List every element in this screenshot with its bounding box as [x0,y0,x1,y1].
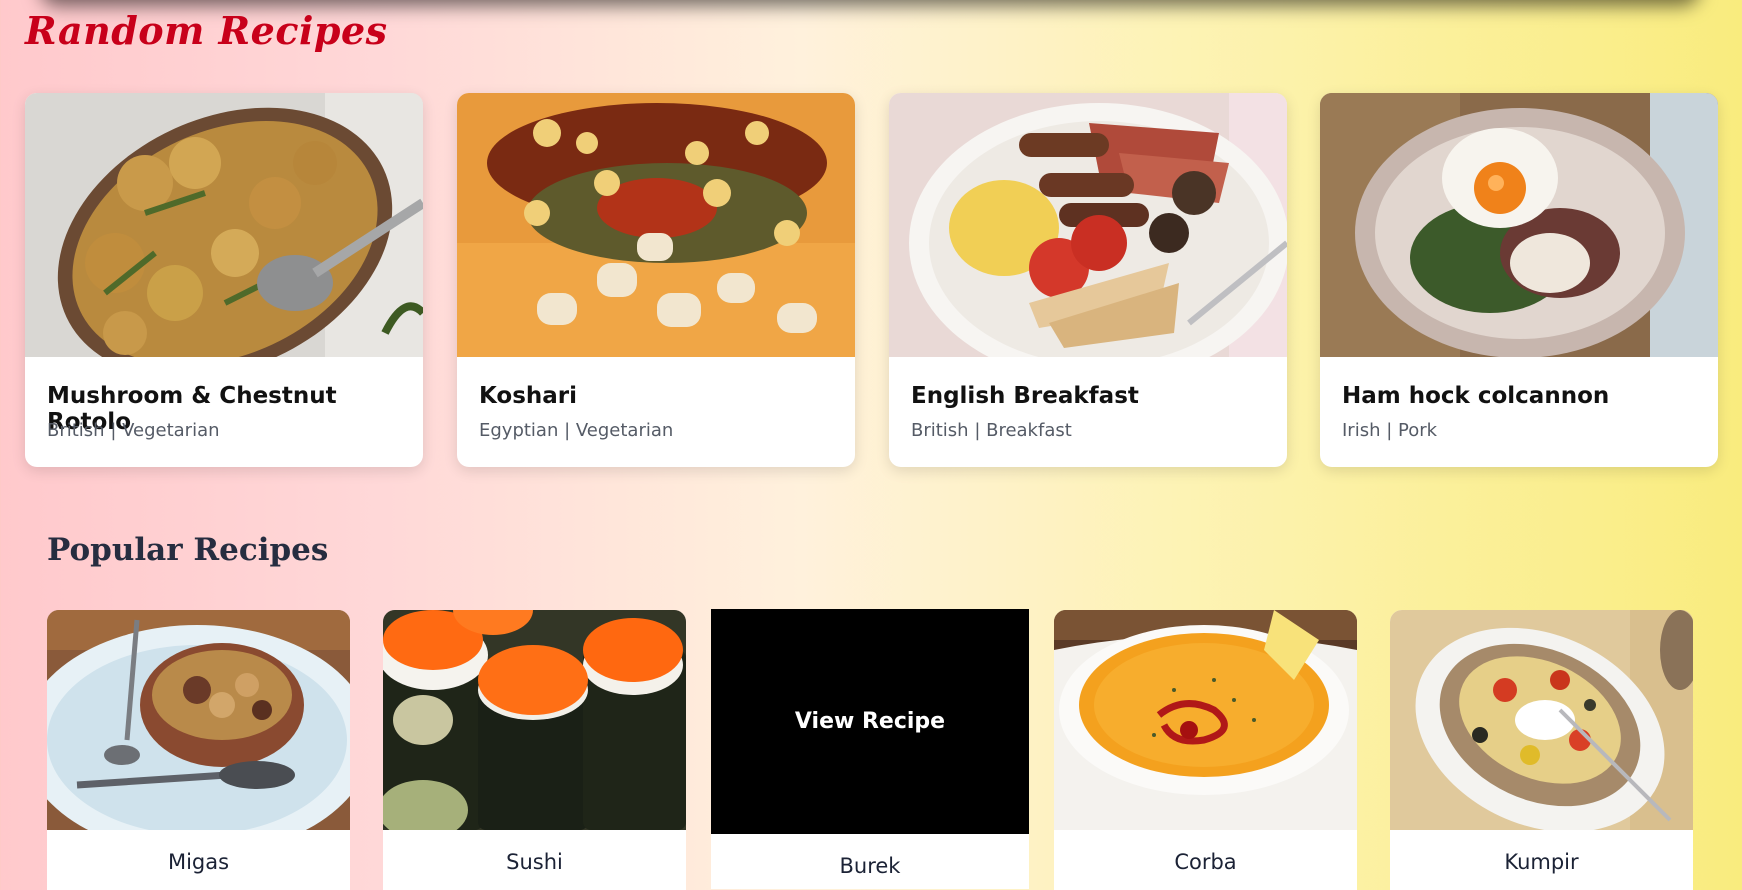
recipe-card[interactable]: Mushroom & Chestnut Rotolo British | Veg… [25,93,423,467]
recipe-image [1320,93,1718,357]
recipe-meta: British | Vegetarian [47,420,220,441]
recipe-name: Ham hock colcannon [1342,383,1610,409]
recipe-card[interactable]: Ham hock colcannon Irish | Pork [1320,93,1718,467]
recipe-name: Koshari [479,383,578,409]
view-recipe-link[interactable]: View Recipe [795,709,945,734]
popular-card[interactable]: Migas [47,610,350,890]
popular-name: Corba [1174,850,1237,874]
popular-name: Sushi [506,850,563,874]
popular-name: Burek [839,854,901,878]
popular-name: Migas [167,850,230,874]
popular-recipes-title: Popular Recipes [47,532,329,568]
recipe-meta: British | Breakfast [911,420,1072,441]
popular-image [47,610,350,830]
recipe-meta: Egyptian | Vegetarian [479,420,674,441]
popular-name: Kumpir [1504,850,1579,874]
random-recipes-title: Random Recipes [25,8,388,53]
popular-image [1390,610,1693,830]
popular-card[interactable]: Kumpir [1390,610,1693,890]
recipe-meta: Irish | Pork [1342,420,1438,441]
popular-card[interactable]: View Recipe Burek [711,609,1029,889]
recipe-image [457,93,855,357]
recipe-image [25,93,423,357]
popular-card[interactable]: Corba [1054,610,1357,890]
popular-image [383,610,686,830]
recipe-card[interactable]: English Breakfast British | Breakfast [889,93,1287,467]
recipe-image [889,93,1287,357]
popular-card[interactable]: Sushi [383,610,686,890]
recipe-name: English Breakfast [911,383,1139,409]
recipe-card[interactable]: Koshari Egyptian | Vegetarian [457,93,855,467]
popular-image-overlay[interactable]: View Recipe [711,609,1029,834]
popular-image [1054,610,1357,830]
